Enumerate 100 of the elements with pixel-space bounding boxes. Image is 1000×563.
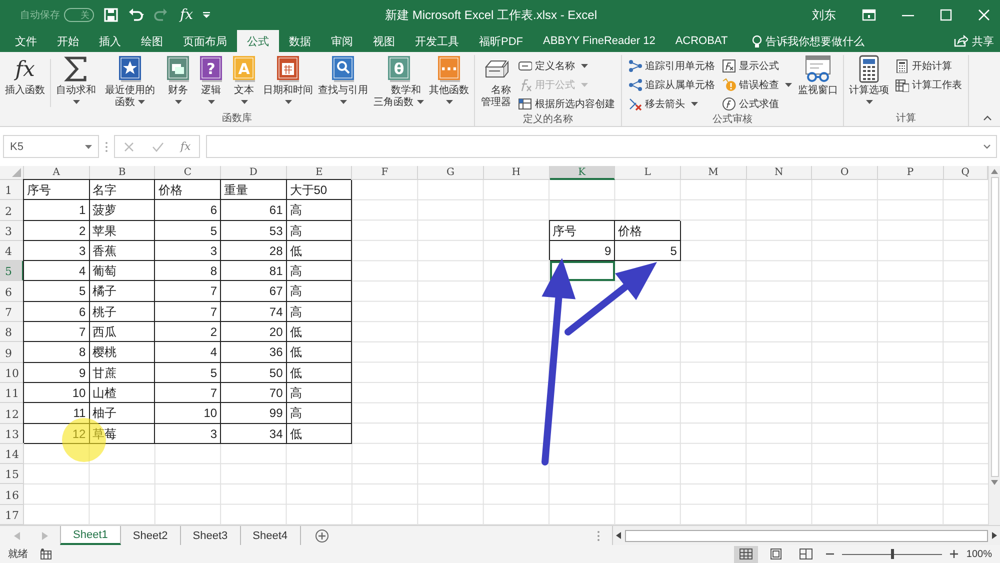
- insert-function-button[interactable]: fx: [180, 140, 191, 153]
- column-header[interactable]: K: [550, 166, 616, 180]
- column-header[interactable]: N: [746, 166, 812, 180]
- row-header[interactable]: 7: [0, 302, 24, 322]
- ribbon-button[interactable]: 监视窗口: [796, 55, 840, 97]
- column-header[interactable]: P: [878, 166, 944, 180]
- row-header[interactable]: 12: [0, 403, 24, 424]
- ribbon-tab[interactable]: 公式: [237, 30, 279, 52]
- ribbon-button[interactable]: 根据所选内容创建: [515, 94, 618, 113]
- ribbon-button[interactable]: 追踪从属单元格: [625, 75, 718, 94]
- ribbon-button[interactable]: 移去箭头: [625, 94, 718, 113]
- caret-icon[interactable]: [446, 100, 452, 104]
- row-header[interactable]: 17: [0, 504, 24, 525]
- name-box[interactable]: K5: [3, 135, 99, 158]
- column-header[interactable]: O: [812, 166, 878, 180]
- column-header[interactable]: E: [286, 166, 352, 180]
- undo-icon[interactable]: [128, 8, 144, 22]
- ribbon-button[interactable]: 显示公式: [719, 56, 795, 75]
- caret-icon[interactable]: [691, 102, 698, 106]
- column-header[interactable]: B: [90, 166, 156, 180]
- view-button[interactable]: [734, 546, 758, 562]
- column-header[interactable]: D: [221, 166, 287, 180]
- row-header[interactable]: 4: [0, 240, 24, 262]
- ribbon-button[interactable]: 定义名称: [515, 56, 618, 75]
- close-icon[interactable]: [978, 9, 990, 21]
- ribbon-button[interactable]: ? 逻辑: [195, 55, 227, 104]
- row-header[interactable]: 1: [0, 180, 24, 200]
- row-header[interactable]: 6: [0, 281, 24, 302]
- column-header[interactable]: A: [24, 166, 90, 180]
- ribbon-tab[interactable]: 审阅: [321, 30, 363, 52]
- row-header[interactable]: 2: [0, 200, 24, 221]
- caret-icon[interactable]: [72, 100, 80, 104]
- horizontal-scrollbar[interactable]: [612, 526, 1000, 545]
- ribbon-tab[interactable]: 开始: [47, 30, 89, 52]
- scroll-down-icon[interactable]: [991, 480, 998, 485]
- zoom-slider-thumb[interactable]: [890, 549, 894, 559]
- column-header[interactable]: H: [484, 166, 550, 180]
- ribbon-tab[interactable]: 绘图: [131, 30, 173, 52]
- ribbon-tab[interactable]: 开发工具: [405, 30, 469, 52]
- ribbon-tab[interactable]: 数据: [279, 30, 321, 52]
- row-header[interactable]: 11: [0, 382, 24, 404]
- row-header[interactable]: 16: [0, 484, 24, 505]
- caret-icon[interactable]: [416, 100, 424, 104]
- caret-icon[interactable]: [581, 64, 588, 68]
- row-header[interactable]: 15: [0, 464, 24, 484]
- row-header[interactable]: 13: [0, 424, 24, 444]
- scroll-right-icon[interactable]: [992, 532, 997, 539]
- zoom-level[interactable]: 100%: [966, 548, 996, 560]
- formula-button[interactable]: fx: [180, 7, 194, 23]
- ribbon-tab[interactable]: 视图: [363, 30, 405, 52]
- column-header[interactable]: C: [155, 166, 222, 180]
- scroll-up-icon[interactable]: [991, 169, 998, 174]
- ribbon-button[interactable]: 错误检查: [719, 75, 795, 94]
- ribbon-button[interactable]: 财务: [162, 55, 194, 104]
- caret-icon[interactable]: [138, 100, 145, 104]
- expand-icon[interactable]: [983, 144, 991, 149]
- ribbon-button[interactable]: 查找与引用: [316, 55, 370, 104]
- ribbon-button[interactable]: 计算工作表: [892, 75, 965, 94]
- ribbon-button[interactable]: A 文本: [228, 55, 260, 104]
- ribbon-display-icon[interactable]: [862, 9, 876, 21]
- ribbon-button[interactable]: 自动求和: [54, 55, 98, 104]
- active-cell[interactable]: [550, 261, 616, 282]
- caret-icon[interactable]: [785, 82, 792, 86]
- ribbon-tab[interactable]: 插入: [89, 30, 131, 52]
- check-icon[interactable]: [152, 140, 164, 152]
- ribbon-tab[interactable]: ABBYY FineReader 12: [533, 30, 666, 52]
- column-header[interactable]: Q: [944, 166, 988, 180]
- ribbon-button[interactable]: ··· 其他函数: [427, 55, 471, 104]
- customize-icon[interactable]: [203, 12, 210, 18]
- row-header[interactable]: 3: [0, 220, 24, 241]
- ribbon-button[interactable]: 最近使用的函数: [99, 55, 161, 109]
- formula-input[interactable]: [206, 135, 997, 158]
- macro-record-icon[interactable]: [40, 548, 52, 560]
- share-button[interactable]: 共享: [944, 30, 1000, 52]
- row-header[interactable]: 9: [0, 342, 24, 363]
- row-header[interactable]: 5: [0, 261, 24, 282]
- caret-icon[interactable]: [208, 100, 214, 104]
- sheet-tab[interactable]: Sheet1: [60, 526, 121, 545]
- ribbon-button[interactable]: 日期和时间: [261, 55, 315, 104]
- scroll-left-icon[interactable]: [616, 532, 621, 539]
- save-icon[interactable]: [104, 8, 118, 22]
- column-header[interactable]: F: [352, 166, 418, 180]
- caret-icon[interactable]: [866, 100, 872, 104]
- collapse-icon[interactable]: [983, 115, 992, 121]
- ribbon-button[interactable]: 开始计算: [892, 56, 965, 75]
- maximize-icon[interactable]: [940, 9, 952, 21]
- zoom-in-icon[interactable]: [950, 550, 958, 558]
- ribbon-button[interactable]: 公式求值: [719, 94, 795, 113]
- ribbon-button[interactable]: 追踪引用单元格: [625, 56, 718, 75]
- column-header[interactable]: L: [615, 166, 681, 180]
- caret-icon[interactable]: [85, 144, 92, 148]
- row-header[interactable]: 10: [0, 362, 24, 383]
- tell-me-search[interactable]: 告诉我你想要做什么: [742, 30, 875, 52]
- ribbon-tab[interactable]: 福昕PDF: [469, 30, 533, 52]
- row-header[interactable]: 8: [0, 322, 24, 342]
- ribbon-button[interactable]: 名称管理器: [478, 55, 514, 109]
- caret-icon[interactable]: [340, 100, 346, 104]
- row-header[interactable]: 14: [0, 444, 24, 464]
- ribbon-tab[interactable]: 文件: [5, 30, 47, 52]
- column-header[interactable]: G: [418, 166, 484, 180]
